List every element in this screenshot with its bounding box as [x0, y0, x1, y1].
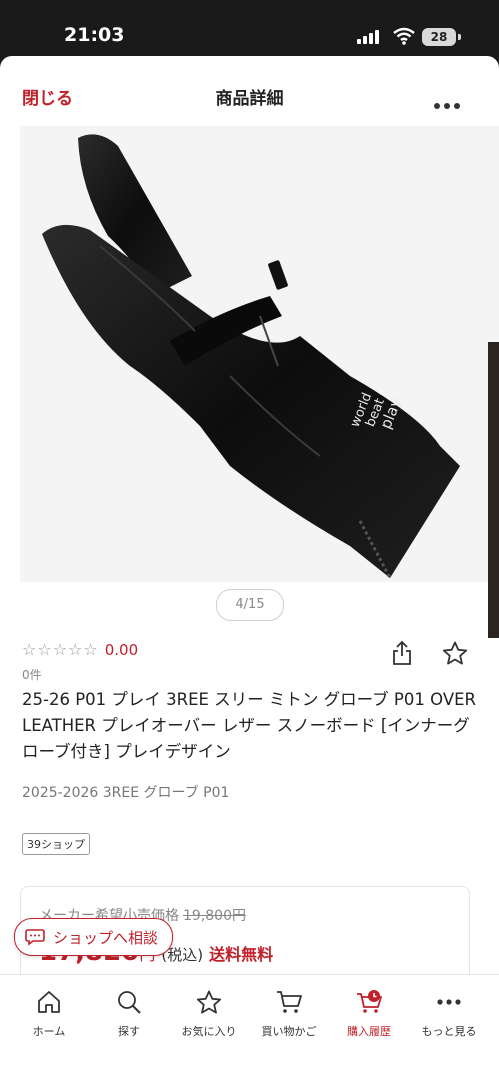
share-icon[interactable]: [391, 640, 413, 666]
tab-label: 探す: [118, 1025, 140, 1038]
tab-home[interactable]: ホーム: [9, 987, 89, 1039]
tab-search[interactable]: 探す: [89, 987, 169, 1039]
purchase-history-icon: [357, 990, 382, 1013]
more-options-icon[interactable]: [434, 94, 464, 109]
top-bar: 閉じる 商品詳細: [0, 56, 499, 126]
product-subtitle: 2025-2026 3REE グローブ P01: [22, 785, 230, 801]
battery-indicator: 28: [422, 28, 456, 46]
search-icon: [118, 991, 141, 1014]
tab-label: 買い物かご: [261, 1025, 317, 1038]
product-detail-sheet: 閉じる 商品詳細 world beat play 4/15 ☆☆☆☆☆ 0.00…: [0, 56, 499, 1080]
tab-cart[interactable]: 買い物かご: [249, 987, 329, 1039]
wifi-icon: [393, 27, 415, 45]
shop-consult-button[interactable]: ショップへ相談: [14, 918, 174, 956]
status-time: 21:03: [64, 24, 125, 46]
tab-more[interactable]: もっと見る: [409, 987, 489, 1039]
list-price-value: 19,800円: [183, 908, 246, 924]
battery-tip: [458, 34, 461, 40]
tab-label: お気に入り: [181, 1025, 237, 1038]
review-count[interactable]: 0件: [22, 666, 42, 683]
chat-bubble-icon: [25, 929, 45, 946]
cart-icon: [277, 991, 302, 1013]
free-shipping-label: 送料無料: [209, 945, 274, 964]
cellular-signal-icon: [357, 30, 379, 44]
star-icon: [196, 990, 222, 1014]
rating[interactable]: ☆☆☆☆☆ 0.00: [22, 640, 138, 659]
bottom-tab-bar: ホーム 探す お気に入り 買い物かご 購入履歴 もっと見る: [0, 974, 499, 1080]
rating-value: 0.00: [104, 640, 139, 659]
more-horizontal-icon: [437, 999, 461, 1005]
rating-stars: ☆☆☆☆☆: [22, 640, 99, 659]
tab-label: 購入履歴: [347, 1025, 391, 1038]
page-title: 商品詳細: [215, 89, 284, 109]
home-icon: [38, 991, 60, 1013]
tab-favorites[interactable]: お気に入り: [169, 987, 249, 1039]
product-image[interactable]: world beat play: [20, 126, 499, 582]
product-title: 25-26 P01 プレイ 3REE スリー ミトン グローブ P01 OVER…: [22, 690, 476, 761]
favorite-star-icon[interactable]: [442, 641, 468, 665]
shop-badge: 39ショップ: [22, 833, 90, 855]
shop-consult-label: ショップへ相談: [53, 928, 159, 947]
tab-label: ホーム: [32, 1025, 66, 1038]
next-image-peek[interactable]: [488, 342, 499, 638]
status-bar: 21:03 28: [0, 0, 499, 56]
tab-label: もっと見る: [421, 1025, 477, 1038]
glove-illustration: world beat play: [42, 134, 460, 579]
image-counter: 4/15: [216, 589, 284, 621]
tab-purchase-history[interactable]: 購入履歴: [329, 987, 409, 1039]
